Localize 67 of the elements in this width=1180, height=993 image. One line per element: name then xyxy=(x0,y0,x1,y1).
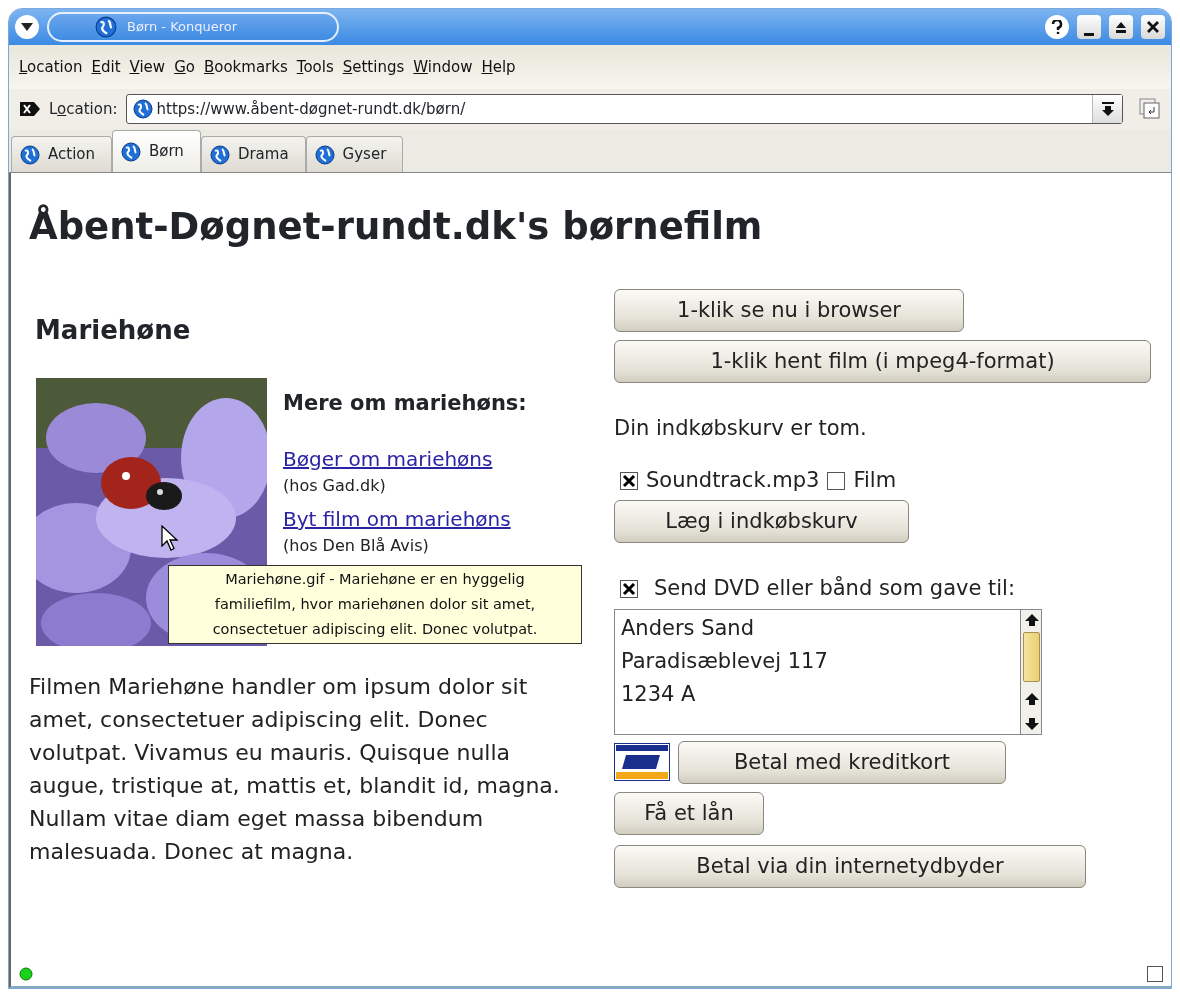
clear-location-icon[interactable] xyxy=(19,101,41,117)
menu-item[interactable]: Edit xyxy=(91,55,121,79)
close-icon xyxy=(1147,21,1159,33)
maximize-button[interactable] xyxy=(1109,15,1133,39)
down-arrow-icon xyxy=(1101,102,1114,116)
menu-item[interactable]: Location xyxy=(19,55,83,79)
globe-icon xyxy=(132,99,153,119)
checkbox[interactable] xyxy=(620,580,638,599)
globe-icon xyxy=(95,16,117,38)
help-icon xyxy=(1051,20,1063,34)
description-paragraph: Filmen Mariehøne handler om ipsum dolor sit amet, consectetuer adipiscing elit. Donec volutpat. Vivamus eu mauris. Quisque nulla augue, tristique at, mattis et, blandit id, magna. Nullam vitae diam eget massa bibendum malesuada. Donec at magna. xyxy=(29,673,561,867)
globe-icon xyxy=(121,141,141,162)
globe-icon xyxy=(209,144,230,165)
minimize-icon xyxy=(1084,32,1094,36)
menu-item[interactable]: Go xyxy=(174,55,195,79)
loan-button[interactable]: Få et lån xyxy=(614,791,764,835)
page-heading: Åbent-Døgnet-rundt.dk's børnefilm xyxy=(29,205,764,250)
source-note: (hos Den Blå Avis) xyxy=(283,534,430,557)
address-field[interactable]: Anders Sand Paradisæblevej 117 1234 A xyxy=(614,608,1020,735)
window-title: Børn - Konqueror xyxy=(127,18,238,37)
checkbox[interactable] xyxy=(827,471,846,490)
help-button[interactable] xyxy=(1045,15,1069,39)
browser-tab[interactable]: Børn xyxy=(112,130,201,172)
add-to-cart-button[interactable]: Læg i indkøbskurv xyxy=(614,500,909,544)
history-dropdown-button[interactable] xyxy=(1092,95,1122,123)
tooltip: Mariehøne.gif - Mariehøne er en hyggelig familiefilm, hvor mariehønen dolor sit amet, consectetuer adipiscing elit. Donec volutpat. xyxy=(168,565,582,644)
connection-status-icon xyxy=(19,967,33,981)
scroll-arrows-icon[interactable] xyxy=(1024,691,1040,732)
link[interactable]: Byt film om mariehøns xyxy=(283,506,511,531)
credit-card-button[interactable]: Betal med kreditkort xyxy=(678,740,1006,784)
location-label: Location: xyxy=(49,98,118,120)
watch-button[interactable]: 1-klik se nu i browser xyxy=(614,289,964,333)
checkbox[interactable] xyxy=(620,471,638,490)
link[interactable]: Bøger om mariehøns xyxy=(283,446,493,471)
film-title: Mariehøne xyxy=(35,314,192,348)
visa-card-icon xyxy=(614,743,670,782)
window-menu-button[interactable] xyxy=(15,15,39,39)
section-heading: Mere om mariehøns: xyxy=(283,390,527,418)
minimize-button[interactable] xyxy=(1077,15,1101,39)
source-note: (hos Gad.dk) xyxy=(283,474,387,497)
menu-item[interactable]: Settings xyxy=(342,55,405,79)
scroll-up-icon[interactable] xyxy=(1024,612,1040,627)
scrollbar[interactable] xyxy=(1020,608,1042,735)
url-text: https://www.åbent-døgnet-rundt.dk/børn/ xyxy=(156,98,466,120)
menu-item[interactable]: Bookmarks xyxy=(203,55,288,79)
checkbox-label: Send DVD eller bånd som gave til: xyxy=(654,575,1016,603)
menu-item[interactable]: Help xyxy=(481,55,516,79)
go-icon[interactable] xyxy=(1139,98,1161,120)
mouse-cursor-icon xyxy=(161,525,179,551)
checkbox-label: Soundtrack.mp3 xyxy=(646,466,820,494)
close-button[interactable] xyxy=(1141,15,1165,39)
checkbox-label: Film xyxy=(853,466,897,494)
menu-item[interactable]: Tools xyxy=(296,55,334,79)
menu-item[interactable]: View xyxy=(129,55,166,79)
maximize-icon xyxy=(1115,21,1127,33)
caret-icon xyxy=(21,22,33,32)
resize-grip-icon[interactable] xyxy=(1147,966,1163,982)
download-button[interactable]: 1-klik hent film (i mpeg4-format) xyxy=(614,340,1151,384)
browser-tab[interactable]: Drama xyxy=(200,136,306,172)
browser-tab[interactable]: Gyser xyxy=(305,136,404,172)
globe-icon xyxy=(20,144,40,165)
menu-item[interactable]: Window xyxy=(413,55,473,79)
cart-status: Din indkøbskurv er tom. xyxy=(614,415,867,443)
location-field[interactable]: https://www.åbent-døgnet-rundt.dk/børn/ xyxy=(125,94,1123,124)
browser-tab[interactable]: Action xyxy=(11,136,112,172)
globe-icon xyxy=(314,144,335,165)
isp-payment-button[interactable]: Betal via din internetydbyder xyxy=(614,844,1086,888)
